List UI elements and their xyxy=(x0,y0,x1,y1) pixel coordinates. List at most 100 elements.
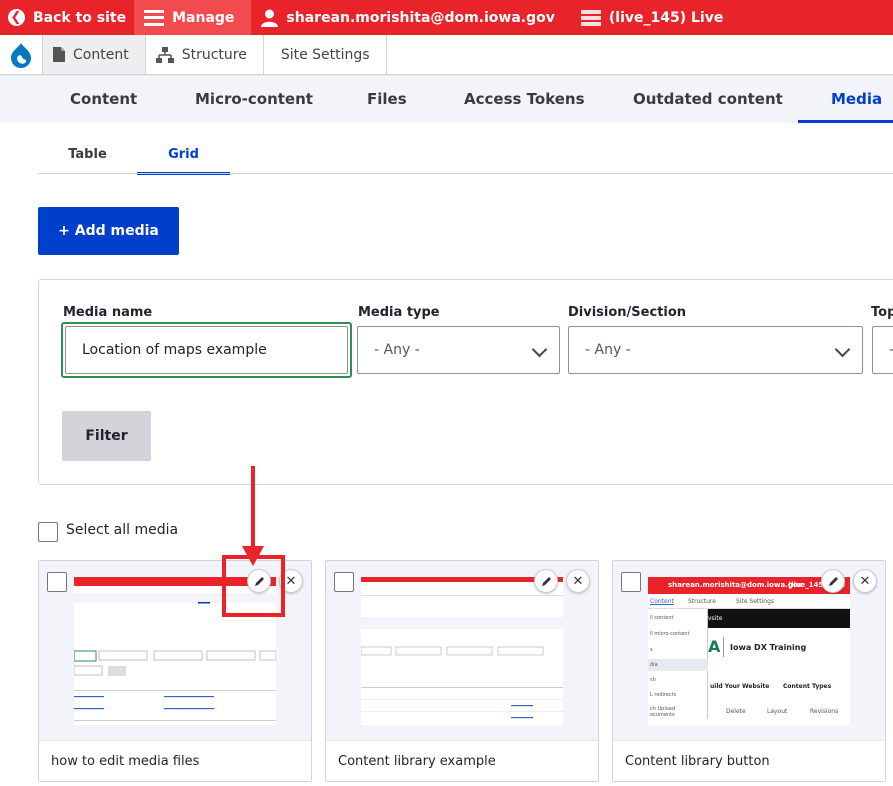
topic-label: Top xyxy=(871,305,893,320)
tray-item-structure[interactable]: Structure xyxy=(146,35,264,74)
thumb-menu-item: s xyxy=(650,647,653,653)
media-card-title: how to edit media files xyxy=(51,754,200,769)
tab-access-tokens[interactable]: Access Tokens xyxy=(464,76,585,123)
edit-media-button[interactable] xyxy=(534,569,558,593)
select-all-label: Select all media xyxy=(66,522,179,538)
pencil-icon xyxy=(541,576,551,586)
tab-files[interactable]: Files xyxy=(367,76,407,123)
user-icon xyxy=(261,9,279,27)
chevron-down-icon xyxy=(834,341,851,358)
tab-content[interactable]: Content xyxy=(70,76,137,123)
media-card[interactable]: ✕ Content library example xyxy=(325,560,599,782)
drupal-logo-icon[interactable] xyxy=(0,35,43,74)
close-icon: ✕ xyxy=(572,573,584,589)
media-card[interactable]: sharean.morishita@dom.iowa.gov (live_145… xyxy=(612,560,886,782)
tray-item-structure-label: Structure xyxy=(181,46,247,63)
back-to-site-link[interactable]: ❮ Back to site xyxy=(0,0,134,35)
media-type-select[interactable]: - Any - xyxy=(357,326,560,374)
thumb-menu-item: L redirects xyxy=(650,692,677,698)
thumbnail-preview xyxy=(361,577,563,719)
close-icon: ✕ xyxy=(859,573,871,589)
media-card-footer: how to edit media files xyxy=(39,740,311,781)
primary-tabs: Content Micro-content Files Access Token… xyxy=(0,76,893,123)
select-all-checkbox[interactable] xyxy=(38,522,58,542)
thumb-menu-item: ll content xyxy=(650,615,674,621)
tray-item-site-settings[interactable]: Site Settings xyxy=(264,35,387,74)
thumb-user-label: sharean.morishita@dom.iowa.gov xyxy=(668,581,803,589)
back-arrow-icon: ❮ xyxy=(8,9,25,26)
filter-button[interactable]: Filter xyxy=(62,411,151,461)
pencil-icon xyxy=(828,576,838,586)
media-type-value: - Any - xyxy=(374,342,420,358)
tabs-divider xyxy=(38,173,893,174)
thumb-content-types-label: Content Types xyxy=(783,683,832,690)
hamburger-icon xyxy=(144,9,165,26)
add-media-button[interactable]: + Add media xyxy=(38,207,179,255)
admin-toolbar: ❮ Back to site Manage sharean.morishita@… xyxy=(0,0,893,35)
media-card-title: Content library example xyxy=(338,754,496,769)
thumb-dark-bar: vsite xyxy=(708,609,850,628)
division-label: Division/Section xyxy=(568,305,687,320)
media-thumbnail[interactable] xyxy=(361,577,563,725)
manage-label: Manage xyxy=(172,9,235,26)
thumb-menu-item: ll micro-content xyxy=(650,631,690,637)
thumb-build-label: uild Your Website xyxy=(710,683,770,690)
division-select[interactable]: - Any - xyxy=(568,326,863,374)
thumb-dropdown-menu: ll content ll micro-content s dia sh L r… xyxy=(648,609,708,719)
structure-icon xyxy=(155,46,174,63)
thumb-structure-label: Structure xyxy=(688,598,716,605)
thumb-action: Revisions xyxy=(810,708,839,715)
remove-media-button[interactable]: ✕ xyxy=(566,569,590,593)
thumb-menu-item: ch Upload ocuments xyxy=(650,706,676,718)
tab-micro-content[interactable]: Micro-content xyxy=(195,76,313,123)
topic-select[interactable]: - xyxy=(872,326,893,374)
remove-media-button[interactable]: ✕ xyxy=(853,569,877,593)
user-label: sharean.morishita@dom.iowa.gov xyxy=(286,9,555,26)
thumb-content-label: Content xyxy=(650,598,674,605)
manage-button[interactable]: Manage xyxy=(134,0,252,35)
tray-item-site-settings-label: Site Settings xyxy=(280,46,370,63)
thumb-toolbar: sharean.morishita@dom.iowa.gov (live_145… xyxy=(648,577,850,594)
tab-media[interactable]: Media xyxy=(798,76,893,123)
annotation-highlight-box xyxy=(222,555,285,617)
tab-outdated-content[interactable]: Outdated content xyxy=(633,76,783,123)
topic-value: - xyxy=(889,342,893,358)
division-value: - Any - xyxy=(585,342,631,358)
document-icon xyxy=(53,47,65,62)
thumb-logo-letter: A xyxy=(708,637,721,656)
media-name-field-focus-ring xyxy=(61,322,352,378)
toolbar-tray: Content Structure Site Settings xyxy=(0,35,893,75)
tray-item-content-label: Content xyxy=(73,46,129,63)
thumb-settings-label: Site Settings xyxy=(736,598,775,605)
annotation-arrow-shaft xyxy=(251,466,255,550)
server-icon xyxy=(580,9,601,26)
media-card-checkbox[interactable] xyxy=(621,572,641,592)
media-card-footer: Content library button xyxy=(613,740,885,781)
media-card-footer: Content library example xyxy=(326,740,598,781)
thumb-action: Delete xyxy=(726,708,746,715)
filter-panel xyxy=(38,279,893,485)
media-card-title: Content library button xyxy=(625,754,770,769)
thumb-menu-item: dia xyxy=(650,662,658,668)
media-name-input[interactable] xyxy=(65,326,348,374)
chevron-down-icon xyxy=(531,341,548,358)
thumb-action: Layout xyxy=(767,708,788,715)
edit-media-button[interactable] xyxy=(821,569,845,593)
back-to-site-label: Back to site xyxy=(33,9,127,26)
thumb-tray: Content Structure Site Settings xyxy=(648,594,850,609)
environment-indicator[interactable]: (live_145) Live xyxy=(563,0,731,35)
thumb-bar-label: vsite xyxy=(708,615,723,622)
tray-item-content[interactable]: Content xyxy=(43,35,146,74)
user-menu-button[interactable]: sharean.morishita@dom.iowa.gov xyxy=(251,0,562,35)
close-icon: ✕ xyxy=(285,573,297,589)
thumb-site-name: Iowa DX Training xyxy=(730,643,807,652)
media-card-checkbox[interactable] xyxy=(334,572,354,592)
media-thumbnail[interactable]: sharean.morishita@dom.iowa.gov (live_145… xyxy=(648,577,850,725)
media-card-checkbox[interactable] xyxy=(47,572,67,592)
thumb-menu-item: sh xyxy=(650,677,656,683)
media-type-label: Media type xyxy=(358,305,440,320)
environment-label: (live_145) Live xyxy=(608,9,724,26)
tab-table[interactable]: Table xyxy=(38,137,137,175)
tab-grid[interactable]: Grid xyxy=(137,137,230,175)
media-name-label: Media name xyxy=(63,305,153,320)
